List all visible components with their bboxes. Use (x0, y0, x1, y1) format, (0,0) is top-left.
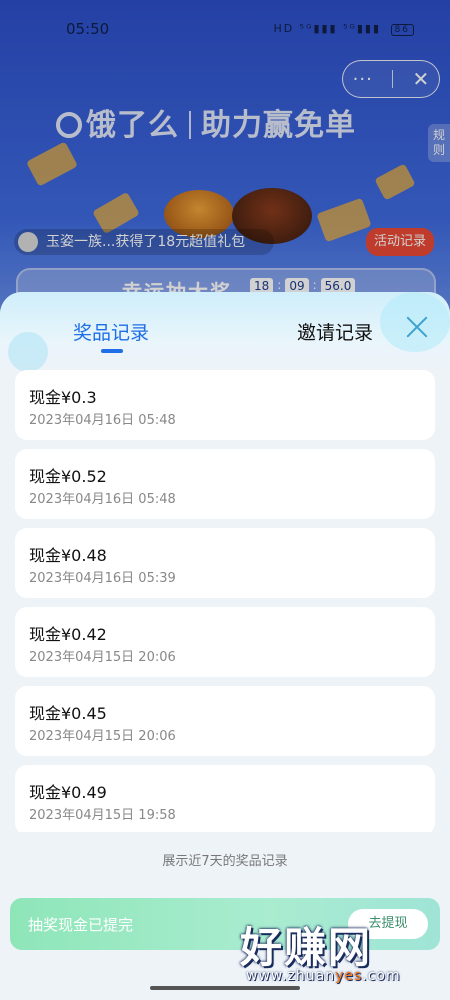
list-item: 现金¥0.52 2023年04月16日 05:48 (15, 449, 435, 519)
record-amount: 现金¥0.45 (29, 704, 107, 723)
list-item: 现金¥0.45 2023年04月15日 20:06 (15, 686, 435, 756)
bubble-decoration (8, 332, 48, 372)
watermark-url: www.zhuanyes.com (246, 968, 401, 984)
watermark-url-accent: yes (335, 968, 363, 984)
record-amount: 现金¥0.49 (29, 783, 107, 802)
record-time: 2023年04月15日 20:06 (29, 650, 176, 665)
withdraw-status-text: 抽奖现金已提完 (28, 916, 134, 934)
watermark-title: 好赚网 (240, 923, 373, 972)
list-item: 现金¥0.3 2023年04月16日 05:48 (15, 370, 435, 440)
record-amount: 现金¥0.42 (29, 625, 107, 644)
record-time: 2023年04月16日 05:48 (29, 492, 176, 507)
home-indicator[interactable] (150, 986, 300, 990)
record-amount: 现金¥0.3 (29, 388, 97, 407)
watermark-url-prefix: www.zhuan (246, 968, 336, 984)
record-time: 2023年04月15日 19:58 (29, 808, 176, 823)
record-amount: 现金¥0.52 (29, 467, 107, 486)
active-tab-indicator (101, 349, 123, 353)
record-time: 2023年04月15日 20:06 (29, 729, 176, 744)
tab-prize-records[interactable]: 奖品记录 (73, 318, 149, 345)
record-time: 2023年04月16日 05:39 (29, 571, 176, 586)
records-footnote: 展示近7天的奖品记录 (162, 854, 288, 869)
prize-record-list[interactable]: 现金¥0.3 2023年04月16日 05:48 现金¥0.52 2023年04… (15, 370, 435, 832)
record-time: 2023年04月16日 05:48 (29, 413, 176, 428)
site-watermark: 好赚网 www.zhuanyes.com (240, 914, 440, 994)
list-item: 现金¥0.49 2023年04月15日 19:58 (15, 765, 435, 832)
watermark-url-suffix: .com (362, 968, 401, 984)
list-item: 现金¥0.48 2023年04月16日 05:39 (15, 528, 435, 598)
sheet-header: 奖品记录 邀请记录 (0, 292, 450, 372)
list-item: 现金¥0.42 2023年04月15日 20:06 (15, 607, 435, 677)
tab-invite-records[interactable]: 邀请记录 (297, 318, 373, 345)
record-amount: 现金¥0.48 (29, 546, 107, 565)
close-icon[interactable] (404, 314, 430, 340)
records-sheet: 奖品记录 邀请记录 现金¥0.3 2023年04月16日 05:48 现金¥0.… (0, 292, 450, 1000)
